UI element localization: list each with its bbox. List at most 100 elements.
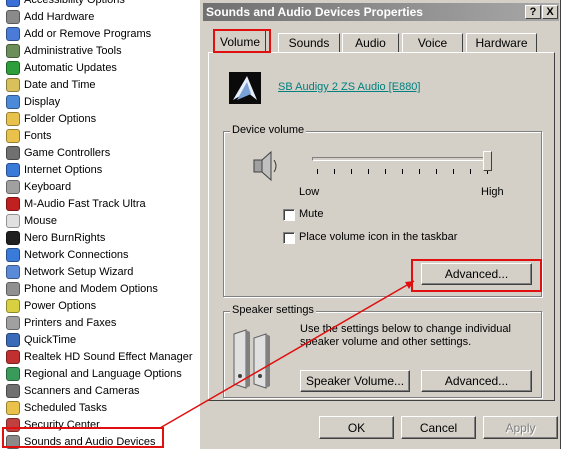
control-panel-item[interactable]: Network Setup Wizard <box>6 263 133 280</box>
volume-slider-thumb[interactable] <box>482 151 492 171</box>
automatic-updates-icon <box>6 60 20 75</box>
tab-voice[interactable]: Voice <box>402 33 463 52</box>
volume-slider-tick <box>453 169 454 174</box>
apply-button[interactable]: Apply <box>483 416 558 439</box>
control-panel-item[interactable]: QuickTime <box>6 331 76 348</box>
control-panel-item-label: Date and Time <box>24 78 96 91</box>
control-panel-item-label: Folder Options <box>24 112 97 125</box>
fonts-icon <box>6 128 20 143</box>
tab-hardware[interactable]: Hardware <box>466 33 537 52</box>
control-panel-item-label: Add or Remove Programs <box>24 27 152 40</box>
volume-slider-tick <box>385 169 386 174</box>
speakers-icon <box>232 328 272 390</box>
device-logo-icon <box>229 72 261 104</box>
control-panel-item[interactable]: Realtek HD Sound Effect Manager <box>6 348 193 365</box>
taskbar-volume-icon-checkbox[interactable] <box>283 232 295 244</box>
control-panel-item[interactable]: Game Controllers <box>6 144 110 161</box>
accessibility-icon <box>6 0 20 7</box>
control-panel-item-label: QuickTime <box>24 333 77 346</box>
display-icon <box>6 94 20 109</box>
control-panel-list: Accessibility Options Add Hardware Add or … <box>0 0 200 461</box>
volume-slider-tick <box>368 169 369 174</box>
control-panel-item[interactable]: Phone and Modem Options <box>6 280 158 297</box>
control-panel-item[interactable]: Scanners and Cameras <box>6 382 140 399</box>
ok-button[interactable]: OK <box>319 416 394 439</box>
control-panel-item[interactable]: Administrative Tools <box>6 42 122 59</box>
mouse-icon <box>6 213 20 228</box>
close-button[interactable]: X <box>542 5 558 19</box>
add-remove-programs-icon <box>6 26 20 41</box>
quicktime-icon <box>6 332 20 347</box>
add-hardware-icon <box>6 9 20 24</box>
control-panel-item-label: Administrative Tools <box>24 44 122 57</box>
control-panel-item[interactable]: Automatic Updates <box>6 59 117 76</box>
internet-options-icon <box>6 162 20 177</box>
device-volume-title: Device volume <box>230 124 307 136</box>
control-panel-item[interactable]: Regional and Language Options <box>6 365 182 382</box>
control-panel-item-label: Regional and Language Options <box>24 367 182 380</box>
volume-slider-tick <box>351 169 352 174</box>
control-panel-item-label: Accessibility Options <box>24 0 125 6</box>
control-panel-item-label: Nero BurnRights <box>24 231 106 244</box>
volume-slider-track[interactable] <box>312 157 492 161</box>
mute-label[interactable]: Mute <box>299 208 323 220</box>
speaker-volume-button[interactable]: Speaker Volume... <box>300 370 410 392</box>
control-panel-item-label: Realtek HD Sound Effect Manager <box>24 350 193 363</box>
administrative-tools-icon <box>6 43 20 58</box>
scheduled-tasks-icon <box>6 400 20 415</box>
phone-modem-icon <box>6 281 20 296</box>
control-panel-item-label: Network Connections <box>24 248 129 261</box>
folder-options-icon <box>6 111 20 126</box>
control-panel-item[interactable]: Accessibility Options <box>6 0 125 8</box>
control-panel-item-label: Game Controllers <box>24 146 111 159</box>
control-panel-item-label: Keyboard <box>24 180 72 193</box>
annotation-highlight-sounds-item <box>2 427 164 448</box>
regional-language-icon <box>6 366 20 381</box>
device-name-link[interactable]: SB Audigy 2 ZS Audio [E880] <box>278 81 420 93</box>
cancel-button[interactable]: Cancel <box>401 416 476 439</box>
speaker-settings-description: Use the settings below to change individ… <box>300 323 511 348</box>
control-panel-item-label: Automatic Updates <box>24 61 117 74</box>
control-panel-item-label: Display <box>24 95 61 108</box>
control-panel-item-label: Fonts <box>24 129 52 142</box>
nero-icon <box>6 230 20 245</box>
control-panel-item[interactable]: Network Connections <box>6 246 129 263</box>
control-panel-item[interactable]: Add Hardware <box>6 8 94 25</box>
control-panel-item[interactable]: Power Options <box>6 297 96 314</box>
control-panel-item[interactable]: Scheduled Tasks <box>6 399 107 416</box>
m-audio-icon <box>6 196 20 211</box>
control-panel-item[interactable]: Printers and Faxes <box>6 314 116 331</box>
control-panel-item[interactable]: Internet Options <box>6 161 102 178</box>
control-panel-item[interactable]: Add or Remove Programs <box>6 25 151 42</box>
network-setup-icon <box>6 264 20 279</box>
taskbar-volume-icon-label[interactable]: Place volume icon in the taskbar <box>299 231 457 243</box>
mute-checkbox[interactable] <box>283 209 295 221</box>
tab-sounds[interactable]: Sounds <box>278 33 340 52</box>
control-panel-item-label: Scanners and Cameras <box>24 384 140 397</box>
volume-slider-tick <box>317 169 318 174</box>
control-panel-item[interactable]: Date and Time <box>6 76 96 93</box>
help-button[interactable]: ? <box>525 5 541 19</box>
advanced-speaker-button[interactable]: Advanced... <box>421 370 532 392</box>
control-panel-item-label: Mouse <box>24 214 58 227</box>
control-panel-item[interactable]: Nero BurnRights <box>6 229 105 246</box>
scanners-cameras-icon <box>6 383 20 398</box>
tab-audio[interactable]: Audio <box>342 33 399 52</box>
control-panel-item[interactable]: Mouse <box>6 212 57 229</box>
control-panel-item[interactable]: M-Audio Fast Track Ultra <box>6 195 146 212</box>
realtek-icon <box>6 349 20 364</box>
sounds-audio-properties-dialog: Sounds and Audio Devices Properties ? X … <box>199 0 561 449</box>
volume-slider-tick <box>402 169 403 174</box>
network-connections-icon <box>6 247 20 262</box>
volume-low-label: Low <box>299 186 320 198</box>
control-panel-item-label: Add Hardware <box>24 10 95 23</box>
control-panel-item-label: Phone and Modem Options <box>24 282 158 295</box>
speaker-icon <box>251 149 281 183</box>
control-panel-item-label: M-Audio Fast Track Ultra <box>24 197 146 210</box>
title-bar[interactable]: Sounds and Audio Devices Properties ? X <box>203 3 559 21</box>
control-panel-item[interactable]: Display <box>6 93 60 110</box>
control-panel-item[interactable]: Fonts <box>6 127 52 144</box>
control-panel-item[interactable]: Keyboard <box>6 178 71 195</box>
control-panel-item[interactable]: Folder Options <box>6 110 96 127</box>
game-controllers-icon <box>6 145 20 160</box>
